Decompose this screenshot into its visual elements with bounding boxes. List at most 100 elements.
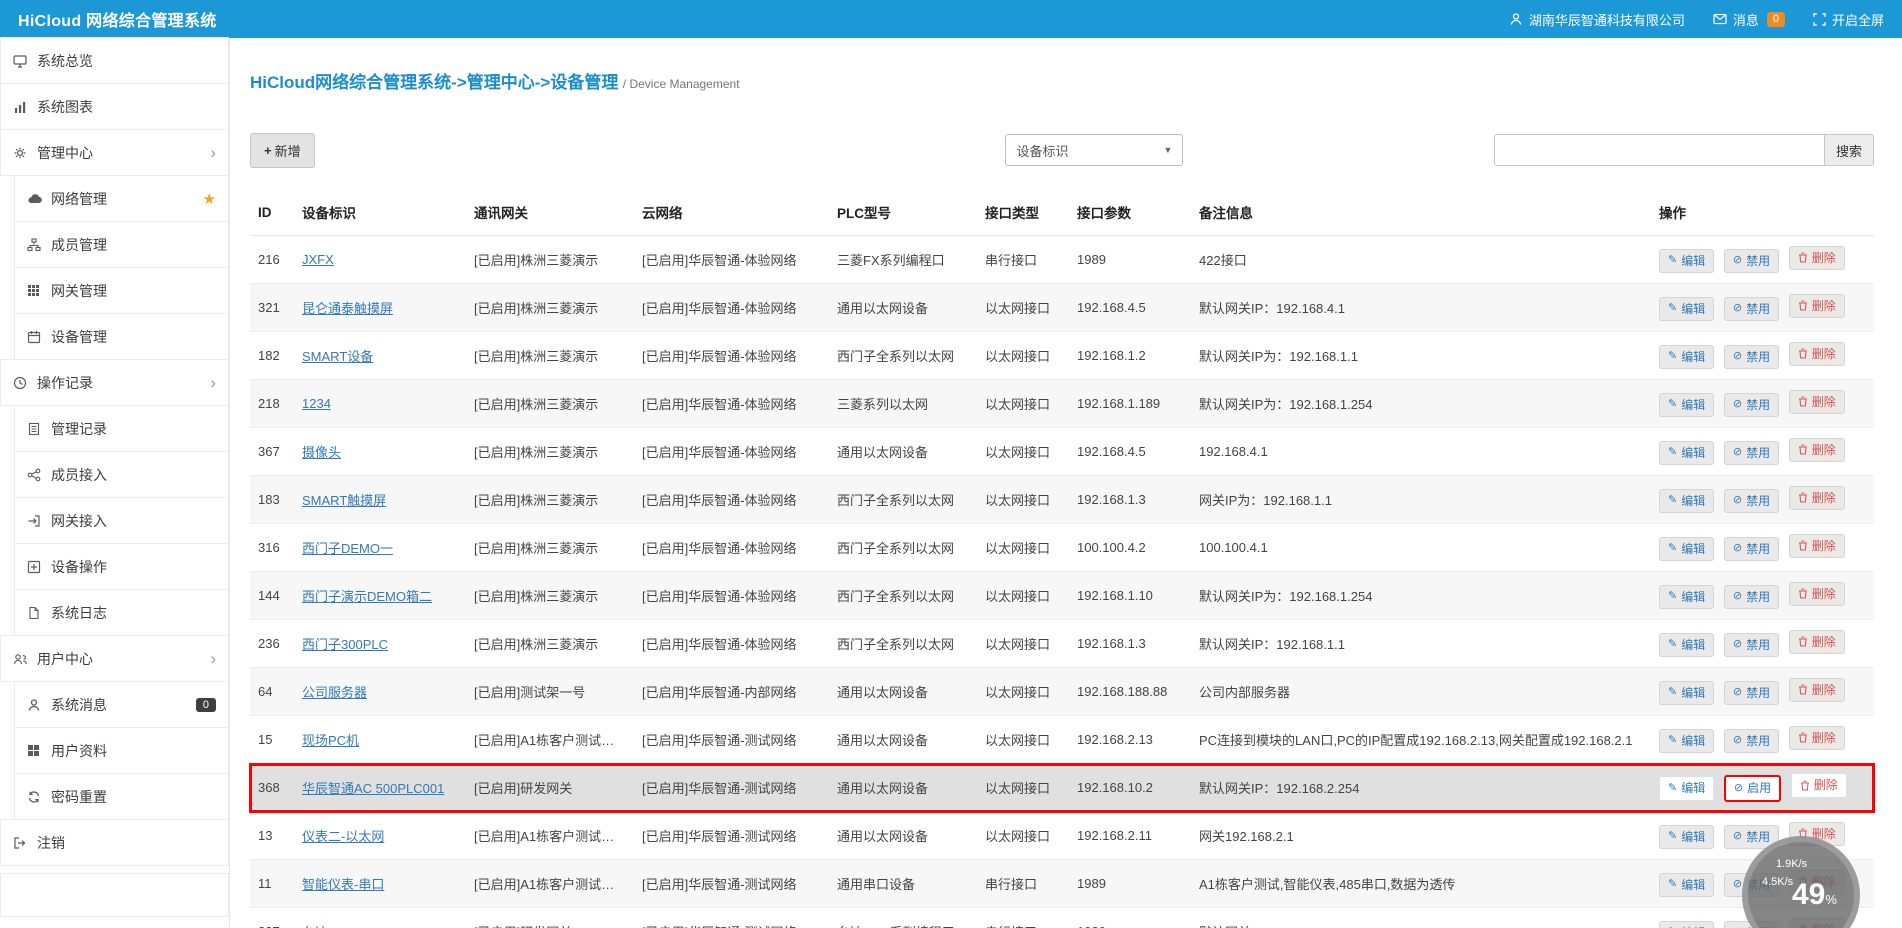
table-row[interactable]: 15 现场PC机 [已启用]A1栋客户测试网关 [已启用]华辰智通-测试网络 通… [250, 716, 1874, 764]
toggle-button[interactable]: ⊘禁用 [1724, 393, 1779, 417]
toggle-button[interactable]: ⊘禁用 [1724, 441, 1779, 465]
device-name-link[interactable]: SMART触摸屏 [302, 493, 386, 508]
top-bar: HiCloud 网络综合管理系统 湖南华辰智通科技有限公司 消息 0 开启全屏 [0, 0, 1902, 38]
delete-button[interactable]: 删除 [1789, 294, 1845, 318]
toggle-button[interactable]: ⊘禁用 [1724, 489, 1779, 513]
table-row[interactable]: 11 智能仪表-串口 [已启用]A1栋客户测试网关 [已启用]华辰智通-测试网络… [250, 860, 1874, 908]
edit-button[interactable]: ✎编辑 [1659, 729, 1714, 753]
toggle-button[interactable]: ⊘禁用 [1724, 537, 1779, 561]
table-row[interactable]: 236 西门子300PLC [已启用]株洲三菱演示 [已启用]华辰智通-体验网络… [250, 620, 1874, 668]
add-device-button[interactable]: + 新增 [250, 133, 315, 168]
sidebar-item-management-center[interactable]: 管理中心 › [0, 129, 229, 176]
edit-button[interactable]: ✎编辑 [1659, 873, 1714, 897]
table-row[interactable]: 237 台达PLC [已启用]研发网关 [已启用]华辰智通-测试网络 台达DVP… [250, 908, 1874, 928]
sidebar-item-password-reset[interactable]: 密码重置 [14, 773, 229, 820]
cell-id: 13 [250, 812, 294, 860]
toggle-button[interactable]: ⊘禁用 [1724, 297, 1779, 321]
sidebar-item-management-records[interactable]: 管理记录 [14, 405, 229, 452]
table-row[interactable]: 316 西门子DEMO一 [已启用]株洲三菱演示 [已启用]华辰智通-体验网络 … [250, 524, 1874, 572]
table-row[interactable]: 368 华辰智通AC 500PLC001 [已启用]研发网关 [已启用]华辰智通… [250, 764, 1874, 812]
device-name-link[interactable]: 智能仪表-串口 [302, 877, 384, 892]
table-row[interactable]: 367 摄像头 [已启用]株洲三菱演示 [已启用]华辰智通-体验网络 通用以太网… [250, 428, 1874, 476]
delete-button[interactable]: 删除 [1789, 582, 1845, 606]
sidebar-item-user-center[interactable]: 用户中心 › [0, 635, 229, 682]
table-row[interactable]: 321 昆仑通泰触摸屏 [已启用]株洲三菱演示 [已启用]华辰智通-体验网络 通… [250, 284, 1874, 332]
sidebar-item-gateway-management[interactable]: 网关管理 [14, 267, 229, 314]
cell-interface-type: 以太网接口 [977, 476, 1069, 524]
device-name-link[interactable]: JXFX [302, 252, 334, 267]
company-menu[interactable]: 湖南华辰智通科技有限公司 [1509, 10, 1685, 29]
messages-count-badge: 0 [196, 698, 216, 712]
table-row[interactable]: 144 西门子演示DEMO箱二 [已启用]株洲三菱演示 [已启用]华辰智通-体验… [250, 572, 1874, 620]
device-name-link[interactable]: 西门子演示DEMO箱二 [302, 589, 432, 604]
edit-button[interactable]: ✎编辑 [1659, 681, 1714, 705]
edit-button[interactable]: ✎编辑 [1659, 345, 1714, 369]
table-row[interactable]: 13 仪表二-以太网 [已启用]A1栋客户测试网关 [已启用]华辰智通-测试网络… [250, 812, 1874, 860]
device-name-link[interactable]: 公司服务器 [302, 685, 367, 700]
toggle-button[interactable]: ⊘禁用 [1724, 249, 1779, 273]
toggle-button[interactable]: ⊘禁用 [1724, 585, 1779, 609]
edit-button[interactable]: ✎编辑 [1659, 633, 1714, 657]
table-row[interactable]: 218 1234 [已启用]株洲三菱演示 [已启用]华辰智通-体验网络 三菱系列… [250, 380, 1874, 428]
device-name-link[interactable]: 现场PC机 [302, 733, 359, 748]
edit-button[interactable]: ✎编辑 [1659, 825, 1714, 849]
delete-button[interactable]: 删除 [1789, 726, 1845, 750]
device-name-link[interactable]: 西门子DEMO一 [302, 541, 393, 556]
delete-button[interactable]: 删除 [1789, 438, 1845, 462]
sidebar-item-system-charts[interactable]: 系统图表 [0, 83, 229, 130]
delete-button[interactable]: 删除 [1789, 342, 1845, 366]
edit-button[interactable]: ✎编辑 [1659, 249, 1714, 273]
edit-button[interactable]: ✎编辑 [1659, 489, 1714, 513]
sidebar-item-system-logs[interactable]: 系统日志 [14, 589, 229, 636]
sidebar-item-member-access[interactable]: 成员接入 [14, 451, 229, 498]
device-name-link[interactable]: 仪表二-以太网 [302, 829, 384, 844]
cell-interface-param: 192.168.4.5 [1069, 428, 1191, 476]
edit-button[interactable]: ✎编辑 [1659, 441, 1714, 465]
sidebar-item-system-overview[interactable]: 系统总览 [0, 37, 229, 84]
sidebar-item-partial[interactable] [0, 873, 229, 917]
edit-button[interactable]: ✎编辑 [1659, 776, 1714, 800]
delete-button[interactable]: 删除 [1789, 246, 1845, 270]
toggle-button[interactable]: ⊘禁用 [1724, 345, 1779, 369]
edit-button[interactable]: ✎编辑 [1659, 921, 1714, 928]
edit-button[interactable]: ✎编辑 [1659, 537, 1714, 561]
toggle-button[interactable]: ⊘禁用 [1724, 729, 1779, 753]
messages-button[interactable]: 消息 0 [1713, 10, 1785, 29]
sidebar-item-user-profile[interactable]: 用户资料 [14, 727, 229, 774]
delete-button[interactable]: 删除 [1789, 486, 1845, 510]
sidebar-item-logout[interactable]: 注销 [0, 819, 229, 866]
toggle-button[interactable]: ⊘禁用 [1724, 681, 1779, 705]
sidebar-item-member-management[interactable]: 成员管理 [14, 221, 229, 268]
cell-interface-type: 以太网接口 [977, 284, 1069, 332]
sidebar-item-device-management[interactable]: 设备管理 [14, 313, 229, 360]
edit-button[interactable]: ✎编辑 [1659, 393, 1714, 417]
device-name-link[interactable]: 华辰智通AC 500PLC001 [302, 781, 444, 796]
delete-button[interactable]: 删除 [1789, 534, 1845, 558]
toggle-button[interactable]: ⊘禁用 [1724, 633, 1779, 657]
toggle-button[interactable]: ⊘启用 [1724, 775, 1781, 801]
delete-button[interactable]: 删除 [1789, 390, 1845, 414]
delete-button[interactable]: 删除 [1791, 773, 1847, 797]
device-name-link[interactable]: 1234 [302, 396, 331, 411]
edit-button[interactable]: ✎编辑 [1659, 585, 1714, 609]
device-name-link[interactable]: 摄像头 [302, 445, 341, 460]
sidebar-item-operation-records[interactable]: 操作记录 › [0, 359, 229, 406]
fullscreen-button[interactable]: 开启全屏 [1813, 10, 1884, 29]
search-button[interactable]: 搜索 [1824, 134, 1874, 166]
sidebar-item-device-operation[interactable]: 设备操作 [14, 543, 229, 590]
edit-button[interactable]: ✎编辑 [1659, 297, 1714, 321]
table-row[interactable]: 183 SMART触摸屏 [已启用]株洲三菱演示 [已启用]华辰智通-体验网络 … [250, 476, 1874, 524]
table-row[interactable]: 216 JXFX [已启用]株洲三菱演示 [已启用]华辰智通-体验网络 三菱FX… [250, 236, 1874, 284]
device-name-link[interactable]: SMART设备 [302, 349, 373, 364]
table-row[interactable]: 182 SMART设备 [已启用]株洲三菱演示 [已启用]华辰智通-体验网络 西… [250, 332, 1874, 380]
delete-button[interactable]: 删除 [1789, 630, 1845, 654]
device-name-link[interactable]: 昆仑通泰触摸屏 [302, 301, 393, 316]
sidebar-item-system-messages[interactable]: 系统消息 0 [14, 681, 229, 728]
device-name-link[interactable]: 西门子300PLC [302, 637, 388, 652]
filter-dropdown[interactable]: 设备标识 ▼ [1005, 134, 1183, 166]
search-input[interactable] [1494, 134, 1824, 166]
sidebar-item-gateway-access[interactable]: 网关接入 [14, 497, 229, 544]
delete-button[interactable]: 删除 [1789, 678, 1845, 702]
sidebar-item-network-management[interactable]: 网络管理 ★ [14, 175, 229, 222]
table-row[interactable]: 64 公司服务器 [已启用]测试架一号 [已启用]华辰智通-内部网络 通用以太网… [250, 668, 1874, 716]
